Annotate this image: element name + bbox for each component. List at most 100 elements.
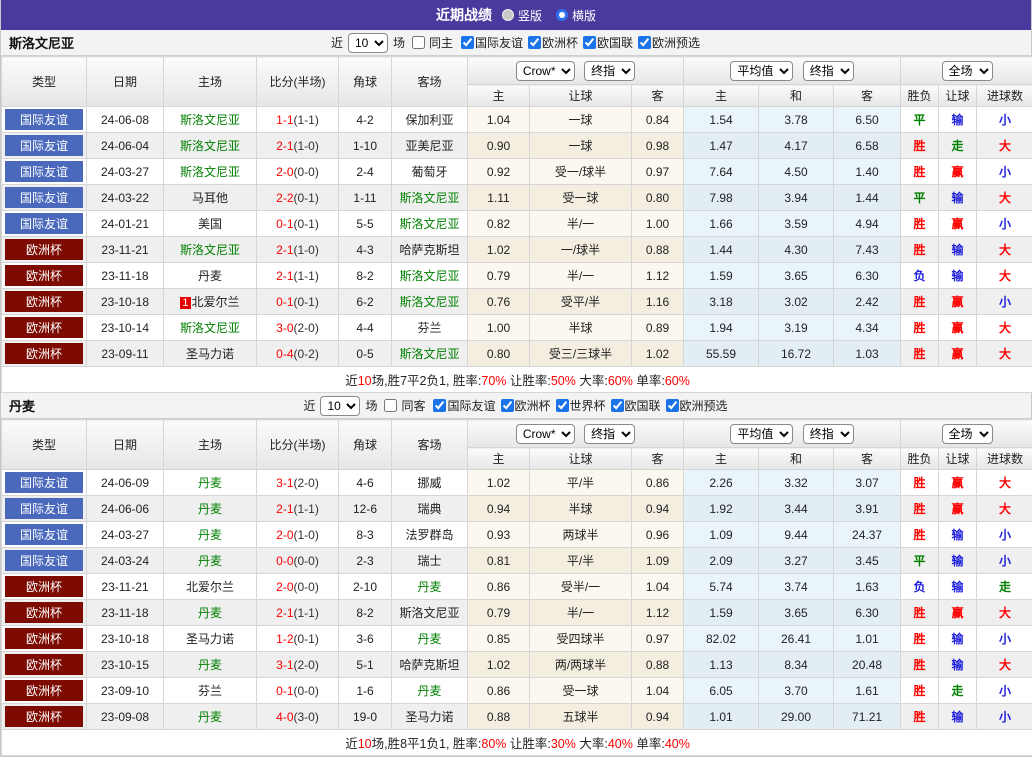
fulltime-score: 0-1	[276, 684, 293, 698]
odds-stage-select[interactable]: 终指	[584, 61, 635, 81]
match-row: 欧洲杯23-09-11圣马力诺0-4(0-2)0-5斯洛文尼亚0.80受三/三球…	[2, 341, 1032, 367]
home-team-name: 丹麦	[198, 606, 222, 620]
avg-stage-select[interactable]: 终指	[803, 61, 854, 81]
summary-segment: 场,胜7平2负1, 胜率:	[372, 374, 482, 388]
handicap-result-cell: 输	[939, 626, 977, 652]
col-corner: 角球	[339, 420, 392, 470]
avg-draw-odds: 3.44	[759, 496, 834, 522]
league-checkbox[interactable]	[583, 36, 596, 49]
results-body: 国际友谊24-06-08斯洛文尼亚1-1(1-1)4-2保加利亚1.04一球0.…	[2, 107, 1032, 367]
handicap-result-cell: 输	[939, 263, 977, 289]
col-handicap-line: 让球	[530, 85, 632, 107]
league-cell: 欧洲杯	[2, 341, 87, 367]
home-team-name: 斯洛文尼亚	[180, 113, 240, 127]
fullmatch-select[interactable]: 全场	[942, 61, 993, 81]
radio-selected-icon[interactable]	[556, 9, 568, 21]
handicap-line: 平/半	[530, 548, 632, 574]
date-cell: 23-09-11	[87, 341, 164, 367]
result-cell: 胜	[901, 133, 939, 159]
league-checkbox[interactable]	[556, 399, 569, 412]
league-checkbox[interactable]	[638, 36, 651, 49]
handicap-home-odds: 0.86	[468, 678, 530, 704]
games-label: 场	[365, 397, 377, 414]
fullmatch-select[interactable]: 全场	[942, 424, 993, 444]
summary-text: 近10场,胜8平1负1, 胜率:80% 让胜率:30% 大率:40% 单率:40…	[2, 730, 1032, 756]
summary-segment: 近	[345, 374, 358, 388]
vertical-layout-radio[interactable]: 竖版	[502, 7, 542, 24]
goals-result-cell: 大	[977, 496, 1032, 522]
halftime-score: (0-2)	[294, 347, 319, 361]
home-team-cell: 斯洛文尼亚	[164, 159, 257, 185]
same-venue-label: 同主	[429, 34, 453, 51]
handicap-away-odds: 0.84	[632, 107, 684, 133]
corners-cell: 8-3	[339, 522, 392, 548]
col-handicap-result: 让球	[939, 85, 977, 107]
avg-draw-odds: 29.00	[759, 704, 834, 730]
away-team-cell: 斯洛文尼亚	[392, 600, 468, 626]
score-cell: 2-1(1-1)	[257, 496, 339, 522]
same-venue-checkbox[interactable]	[412, 36, 425, 49]
avg-away-odds: 3.45	[834, 548, 901, 574]
halftime-score: (0-0)	[294, 554, 319, 568]
home-team-name: 美国	[198, 217, 222, 231]
league-checkbox[interactable]	[666, 399, 679, 412]
handicap-line: 两球半	[530, 522, 632, 548]
col-handicap-away: 客	[632, 85, 684, 107]
date-cell: 24-06-04	[87, 133, 164, 159]
average-select[interactable]: 平均值	[730, 424, 793, 444]
away-team-cell: 哈萨克斯坦	[392, 237, 468, 263]
avg-stage-select[interactable]: 终指	[803, 424, 854, 444]
home-team-cell: 丹麦	[164, 263, 257, 289]
league-badge: 欧洲杯	[5, 628, 83, 649]
fulltime-score: 0-1	[276, 295, 293, 309]
avg-away-odds: 6.30	[834, 263, 901, 289]
bookmaker-select[interactable]: Crow*	[516, 424, 575, 444]
home-team-name: 圣马力诺	[186, 632, 234, 646]
league-cell: 国际友谊	[2, 470, 87, 496]
odds-stage-select[interactable]: 终指	[584, 424, 635, 444]
col-avg-draw: 和	[759, 85, 834, 107]
handicap-result-cell: 赢	[939, 289, 977, 315]
match-count-select[interactable]: 10	[320, 396, 360, 416]
radio-unselected-icon[interactable]	[502, 9, 514, 21]
handicap-home-odds: 0.90	[468, 133, 530, 159]
date-cell: 24-03-27	[87, 159, 164, 185]
handicap-line: 半/一	[530, 600, 632, 626]
col-goals: 进球数	[977, 85, 1032, 107]
avg-draw-odds: 8.34	[759, 652, 834, 678]
average-select[interactable]: 平均值	[730, 61, 793, 81]
handicap-home-odds: 1.00	[468, 315, 530, 341]
score-cell: 0-4(0-2)	[257, 341, 339, 367]
result-cell: 胜	[901, 600, 939, 626]
goals-result-cell: 大	[977, 470, 1032, 496]
halftime-score: (1-0)	[294, 139, 319, 153]
avg-home-odds: 1.92	[684, 496, 759, 522]
avg-draw-odds: 9.44	[759, 522, 834, 548]
league-checkbox[interactable]	[433, 399, 446, 412]
bookmaker-select[interactable]: Crow*	[516, 61, 575, 81]
corners-cell: 4-3	[339, 237, 392, 263]
home-team-cell: 圣马力诺	[164, 341, 257, 367]
avg-home-odds: 1.09	[684, 522, 759, 548]
handicap-away-odds: 1.02	[632, 341, 684, 367]
red-card-badge: 1	[180, 297, 190, 309]
league-checkbox[interactable]	[611, 399, 624, 412]
horizontal-layout-radio[interactable]: 横版	[556, 7, 596, 24]
avg-home-odds: 2.09	[684, 548, 759, 574]
league-checkbox[interactable]	[461, 36, 474, 49]
same-venue-checkbox[interactable]	[384, 399, 397, 412]
halftime-score: (0-0)	[294, 580, 319, 594]
match-row: 国际友谊24-03-22马耳他2-2(0-1)1-11斯洛文尼亚1.11受一球0…	[2, 185, 1032, 211]
home-team-cell: 斯洛文尼亚	[164, 315, 257, 341]
league-checkbox[interactable]	[501, 399, 514, 412]
summary-segment: 60%	[665, 374, 690, 388]
match-count-select[interactable]: 10	[348, 33, 388, 53]
summary-segment: 50%	[551, 374, 576, 388]
league-checkbox[interactable]	[528, 36, 541, 49]
score-cell: 0-1(0-1)	[257, 289, 339, 315]
handicap-home-odds: 0.79	[468, 600, 530, 626]
handicap-result-cell: 赢	[939, 315, 977, 341]
away-team-cell: 保加利亚	[392, 107, 468, 133]
home-team-cell: 丹麦	[164, 470, 257, 496]
match-row: 国际友谊24-06-09丹麦3-1(2-0)4-6挪威1.02平/半0.862.…	[2, 470, 1032, 496]
